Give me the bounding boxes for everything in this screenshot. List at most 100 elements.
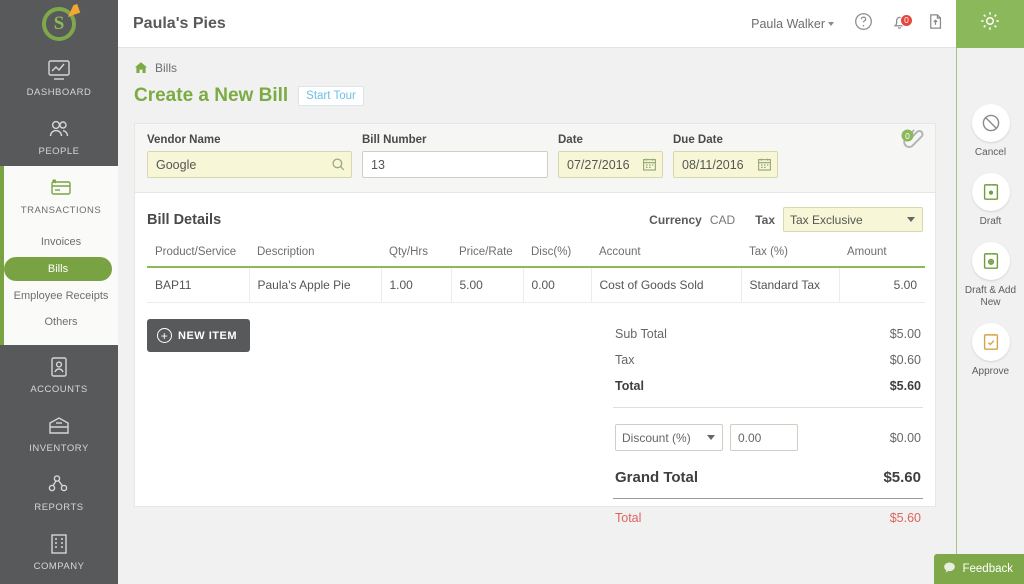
feedback-label: Feedback — [962, 563, 1013, 575]
sidebar-group-transactions: TRANSACTIONS Invoices Bills Employee Rec… — [0, 166, 118, 345]
grand-total-divider — [613, 498, 923, 499]
discount-type-select[interactable]: Discount (%) — [615, 424, 723, 451]
app-root: S DASHBOARD — [0, 0, 1024, 584]
due-date-field-wrap: Due Date — [673, 134, 778, 178]
sidebar-item-accounts[interactable]: ACCOUNTS — [0, 345, 118, 404]
subtotal-row: Sub Total $5.00 — [613, 321, 923, 347]
vendor-input[interactable] — [147, 151, 352, 178]
date-label: Date — [558, 134, 663, 146]
approve-icon — [972, 323, 1010, 361]
due-date-label: Due Date — [673, 134, 778, 146]
app-logo[interactable]: S — [0, 0, 118, 48]
sidebar-item-dashboard[interactable]: DASHBOARD — [0, 48, 118, 107]
tax-row-label: Tax — [615, 353, 634, 367]
final-total-label: Total — [615, 511, 641, 525]
top-bar: Paula's Pies Paula Walker — [118, 0, 1024, 48]
feedback-button[interactable]: Feedback — [934, 554, 1024, 584]
tax-type-value: Tax Exclusive — [790, 213, 863, 227]
bill-details-card: Bill Details Currency CAD Tax Tax Exclus… — [134, 192, 936, 507]
tax-row-value: $0.60 — [890, 353, 921, 367]
draft-icon — [972, 173, 1010, 211]
sidebar-label-transactions: TRANSACTIONS — [21, 205, 101, 216]
cell-account[interactable]: Cost of Goods Sold — [591, 267, 741, 303]
sidebar-submenu: Invoices Bills Employee Receipts Others — [4, 225, 118, 345]
home-icon[interactable] — [134, 61, 148, 75]
bill-details-header: Bill Details Currency CAD Tax Tax Exclus… — [147, 207, 923, 246]
reports-icon — [45, 473, 73, 497]
notification-badge: 0 — [900, 14, 913, 27]
grand-total-label: Grand Total — [615, 469, 698, 486]
col-price-rate: Price/Rate — [451, 246, 523, 267]
draft-add-new-label: Draft & Add New — [957, 285, 1024, 309]
documents-button[interactable] — [920, 9, 950, 39]
discount-amount: $0.00 — [890, 431, 921, 445]
sidebar-subitem-employee-receipts[interactable]: Employee Receipts — [4, 283, 118, 309]
help-icon — [854, 12, 873, 36]
cancel-action[interactable]: Cancel — [957, 104, 1024, 159]
due-date-input[interactable] — [673, 151, 778, 178]
settings-button[interactable] — [956, 0, 1024, 48]
draft-action[interactable]: Draft — [957, 173, 1024, 228]
tax-type-select[interactable]: Tax Exclusive — [783, 207, 923, 232]
cell-description[interactable]: Paula's Apple Pie — [249, 267, 381, 303]
table-header-row: Product/Service Description Qty/Hrs Pric… — [147, 246, 925, 267]
tax-row: Tax $0.60 — [613, 347, 923, 373]
sidebar-subitem-bills[interactable]: Bills — [4, 257, 112, 281]
col-account: Account — [591, 246, 741, 267]
attachment-button[interactable]: 0 — [897, 126, 927, 152]
currency-tax-controls: Currency CAD Tax Tax Exclusive — [649, 207, 923, 232]
bill-number-field-wrap: Bill Number — [362, 134, 548, 178]
draft-add-new-action[interactable]: Draft & Add New — [957, 242, 1024, 309]
breadcrumb-bills[interactable]: Bills — [155, 61, 177, 75]
cell-tax[interactable]: Standard Tax — [741, 267, 839, 303]
cell-price[interactable]: 5.00 — [451, 267, 523, 303]
date-field-wrap: Date — [558, 134, 663, 178]
sidebar-label-inventory: INVENTORY — [29, 443, 89, 454]
approve-label: Approve — [972, 366, 1009, 378]
sage-logo-icon: S — [42, 7, 76, 41]
cell-amount[interactable]: 5.00 — [839, 267, 925, 303]
sidebar-subitem-others[interactable]: Others — [4, 309, 118, 335]
sidebar-item-reports[interactable]: REPORTS — [0, 463, 118, 522]
discount-input[interactable] — [730, 424, 798, 451]
plus-icon: + — [157, 328, 172, 343]
sidebar-item-transactions[interactable]: TRANSACTIONS — [4, 166, 118, 225]
total-row: Total $5.60 — [613, 373, 923, 399]
page-header: Create a New Bill Start Tour — [118, 75, 1024, 107]
start-tour-button[interactable]: Start Tour — [298, 86, 364, 106]
sidebar-label-reports: REPORTS — [34, 502, 83, 513]
date-input[interactable] — [558, 151, 663, 178]
col-amount: Amount — [839, 246, 925, 267]
paperclip-icon: 0 — [897, 139, 927, 156]
chevron-down-icon — [707, 435, 715, 440]
user-menu[interactable]: Paula Walker — [751, 17, 834, 31]
table-row[interactable]: BAP11 Paula's Apple Pie 1.00 5.00 0.00 C… — [147, 267, 925, 303]
people-icon — [45, 117, 73, 141]
bill-form-band: Vendor Name Bill Number Date — [134, 123, 936, 192]
vendor-label: Vendor Name — [147, 134, 352, 146]
sidebar-label-people: PEOPLE — [38, 146, 79, 157]
help-button[interactable] — [848, 9, 878, 39]
sidebar-item-people[interactable]: PEOPLE — [0, 107, 118, 166]
gear-icon — [977, 8, 1003, 39]
cell-product[interactable]: BAP11 — [147, 267, 249, 303]
notifications-button[interactable]: 0 — [884, 9, 914, 39]
new-item-button[interactable]: + NEW ITEM — [147, 319, 250, 352]
content-area: Bills Create a New Bill Start Tour 0 — [118, 48, 1024, 584]
bill-number-input[interactable] — [362, 151, 548, 178]
currency-value: CAD — [710, 213, 735, 227]
main-column: Paula's Pies Paula Walker — [118, 0, 1024, 584]
cell-qty[interactable]: 1.00 — [381, 267, 451, 303]
sidebar-item-company[interactable]: COMPANY — [0, 522, 118, 581]
currency-label: Currency — [649, 213, 702, 227]
approve-action[interactable]: Approve — [957, 323, 1024, 378]
totals-panel: Sub Total $5.00 Tax $0.60 Total $5.60 — [613, 321, 923, 531]
col-product-service: Product/Service — [147, 246, 249, 267]
cell-disc[interactable]: 0.00 — [523, 267, 591, 303]
total-row-label: Total — [615, 379, 644, 393]
sidebar-subitem-invoices[interactable]: Invoices — [4, 229, 118, 255]
sidebar-item-inventory[interactable]: INVENTORY — [0, 404, 118, 463]
col-disc: Disc(%) — [523, 246, 591, 267]
accounts-icon — [45, 355, 73, 379]
dashboard-icon — [45, 58, 73, 82]
